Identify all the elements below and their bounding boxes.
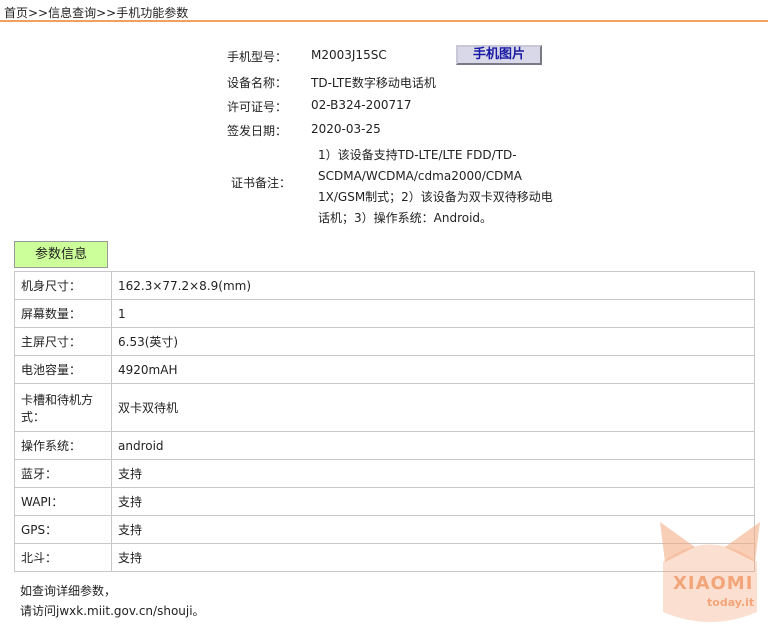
table-row: 电池容量： 4920mAH: [14, 355, 755, 384]
param-value: android: [111, 431, 755, 460]
table-row: 北斗： 支持: [14, 543, 755, 572]
footnote-link-text[interactable]: 请访问jwxk.miit.gov.cn/shouji。: [20, 601, 205, 621]
param-key: WAPI：: [14, 487, 112, 516]
phone-picture-button[interactable]: 手机图片: [456, 45, 542, 65]
license-value: 02-B324-200717: [311, 98, 412, 112]
tab-params[interactable]: 参数信息: [14, 241, 108, 268]
param-key: 电池容量：: [14, 355, 112, 384]
footnote: 如查询详细参数， 请访问jwxk.miit.gov.cn/shouji。: [20, 581, 205, 621]
table-row: 卡槽和待机方式： 双卡双待机: [14, 383, 755, 432]
param-value: 4920mAH: [111, 355, 755, 384]
model-label: 手机型号：: [227, 50, 288, 64]
param-key: GPS：: [14, 515, 112, 544]
table-row: 机身尺寸： 162.3×77.2×8.9(mm): [14, 271, 755, 300]
issue-date-value: 2020-03-25: [311, 122, 381, 136]
footnote-line-1: 如查询详细参数，: [20, 584, 117, 598]
table-row: 蓝牙： 支持: [14, 459, 755, 488]
params-table: 机身尺寸： 162.3×77.2×8.9(mm) 屏幕数量： 1 主屏尺寸： 6…: [14, 271, 755, 572]
param-key: 蓝牙：: [14, 459, 112, 488]
param-value: 162.3×77.2×8.9(mm): [111, 271, 755, 300]
param-key: 主屏尺寸：: [14, 327, 112, 356]
param-value: 1: [111, 299, 755, 328]
param-value: 支持: [111, 487, 755, 516]
param-key: 机身尺寸：: [14, 271, 112, 300]
param-value: 双卡双待机: [111, 383, 755, 432]
param-key: 卡槽和待机方式：: [14, 383, 112, 432]
table-row: 操作系统： android: [14, 431, 755, 460]
param-key: 操作系统：: [14, 431, 112, 460]
remark-value: 1）该设备支持TD-LTE/LTE FDD/TD-SCDMA/WCDMA/cdm…: [318, 148, 553, 225]
param-value: 支持: [111, 459, 755, 488]
param-key: 屏幕数量：: [14, 299, 112, 328]
table-row: GPS： 支持: [14, 515, 755, 544]
table-row: 主屏尺寸： 6.53(英寸): [14, 327, 755, 356]
device-name-value: TD-LTE数字移动电话机: [311, 76, 436, 90]
table-row: WAPI： 支持: [14, 487, 755, 516]
device-name-label: 设备名称：: [227, 76, 288, 90]
param-value: 6.53(英寸): [111, 327, 755, 356]
watermark-brand: XIAOMI: [673, 573, 754, 594]
license-label: 许可证号：: [227, 100, 288, 114]
param-key: 北斗：: [14, 543, 112, 572]
breadcrumb[interactable]: 首页>>信息查询>>手机功能参数: [0, 0, 768, 22]
issue-date-label: 签发日期：: [227, 124, 288, 138]
watermark-site: today.it: [707, 596, 755, 609]
remark-label: 证书备注：: [231, 176, 292, 190]
table-row: 屏幕数量： 1: [14, 299, 755, 328]
